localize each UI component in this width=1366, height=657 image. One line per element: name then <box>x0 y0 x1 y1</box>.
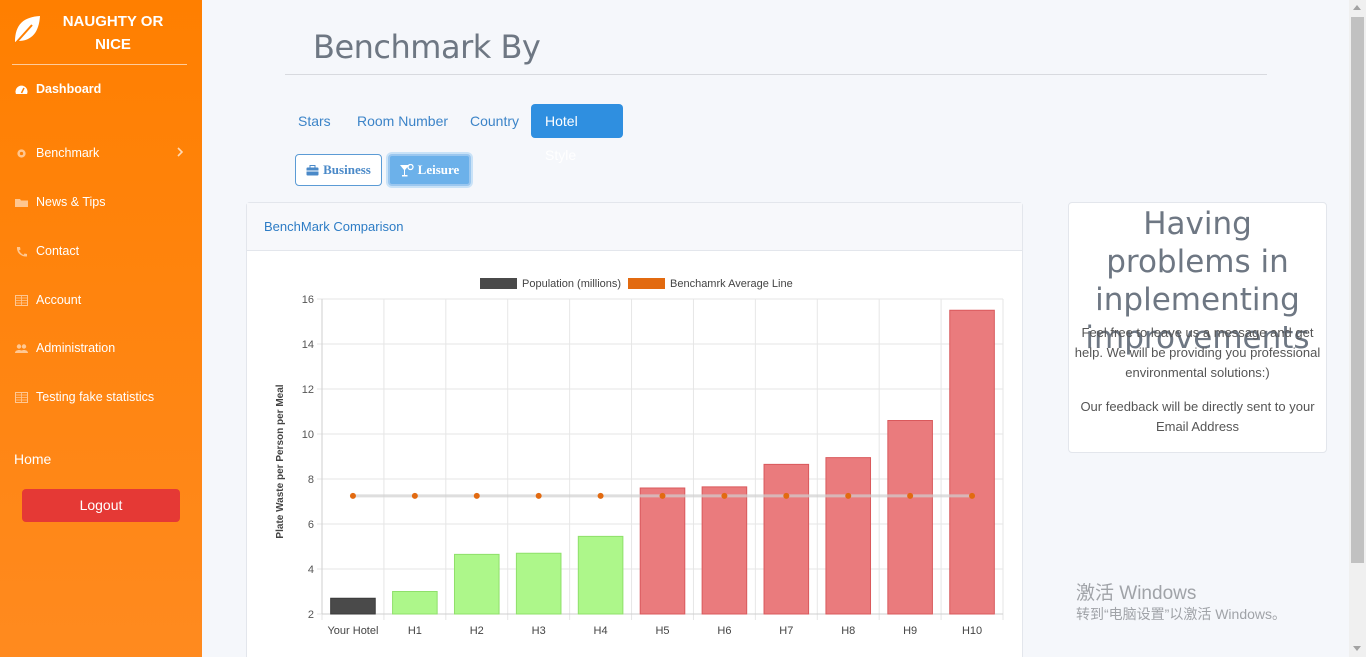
bar-h8 <box>825 457 872 615</box>
bar-h1 <box>392 591 438 615</box>
x-tick-label: H8 <box>841 625 855 637</box>
benchmark-point <box>473 492 480 499</box>
benchmark-card: BenchMark Comparison 2 4 6 8 10 12 14 16 Your Ho… <box>246 202 1023 657</box>
brand[interactable]: NAUGHTY OR NICE <box>12 10 187 65</box>
y-tick-label: 8 <box>308 474 314 486</box>
scrollbar-thumb[interactable] <box>1351 17 1364 563</box>
tab-hotel-style[interactable]: Hotel Style <box>531 104 623 163</box>
briefcase-icon <box>306 164 319 175</box>
benchmark-point <box>783 492 790 499</box>
bar-h3 <box>515 552 562 615</box>
phone-icon <box>16 246 27 257</box>
sidebar-item-label: Contact <box>36 244 80 258</box>
x-tick-label: H3 <box>532 625 546 637</box>
tab-room-number[interactable]: Room Number <box>343 104 462 138</box>
bar-h2 <box>453 553 500 615</box>
benchmark-point <box>845 492 852 499</box>
legend-label-population: Population (millions) <box>522 278 621 290</box>
x-tick-label: H4 <box>594 625 608 637</box>
leisure-label: Leisure <box>417 162 460 177</box>
gear-icon <box>17 148 26 158</box>
legend-swatch-benchmark <box>628 278 665 289</box>
help-text-message: Feel free to leave us a message and get … <box>1074 325 1321 380</box>
grid-icon <box>15 294 28 306</box>
y-tick-label: 14 <box>302 339 314 351</box>
benchmark-point <box>597 492 604 499</box>
sidebar: NAUGHTY OR NICE Dashboard Benchmark News… <box>0 0 202 657</box>
x-tick-label: H1 <box>408 625 422 637</box>
brand-line2: NICE <box>95 36 131 53</box>
tab-country[interactable]: Country <box>456 104 533 138</box>
page-title: Benchmark By <box>313 28 541 66</box>
sidebar-item-dashboard[interactable]: Dashboard <box>15 79 101 99</box>
y-tick-label: 6 <box>308 519 314 531</box>
sidebar-item-administration[interactable]: Administration <box>15 338 115 358</box>
sidebar-item-contact[interactable]: Contact <box>15 241 79 261</box>
business-button[interactable]: Business <box>295 154 382 186</box>
x-tick-label: Your Hotel <box>327 625 378 637</box>
benchmark-point <box>349 492 356 499</box>
logout-button[interactable]: Logout <box>22 489 180 522</box>
x-tick-label: H5 <box>655 625 669 637</box>
benchmark-point <box>411 492 418 499</box>
brand-name: NAUGHTY OR NICE <box>52 10 174 56</box>
sidebar-item-label: Testing fake statistics <box>36 390 155 404</box>
x-tick-label: H2 <box>470 625 484 637</box>
y-tick-label: 4 <box>308 564 314 576</box>
benchmark-point <box>659 492 666 499</box>
y-axis-title: Plate Waste per Person per Meal <box>275 384 286 538</box>
bar-h7 <box>763 463 810 615</box>
benchmark-point <box>535 492 542 499</box>
scrollbar[interactable] <box>1349 0 1366 657</box>
tab-stars[interactable]: Stars <box>284 104 345 138</box>
benchmark-point <box>907 492 914 499</box>
benchmark-point <box>721 492 728 499</box>
dashboard-icon <box>15 85 28 94</box>
activation-watermark-title: 激活 Windows <box>1076 583 1197 604</box>
legend-label-benchmark: Benchamrk Average Line <box>670 278 793 290</box>
sidebar-item-label: Dashboard <box>36 82 102 96</box>
sidebar-item-label: News & Tips <box>36 195 106 209</box>
cocktail-icon <box>399 163 414 176</box>
sidebar-item-label: Benchmark <box>36 146 100 160</box>
brand-line1: NAUGHTY OR <box>62 13 164 30</box>
scroll-up-icon[interactable] <box>1353 5 1361 10</box>
x-tick-label: H6 <box>717 625 731 637</box>
activation-watermark-subtitle: 转到“电脑设置”以激活 Windows。 <box>1076 606 1287 622</box>
bar-your-hotel <box>330 597 376 615</box>
sidebar-item-label: Administration <box>36 341 116 355</box>
grid-icon <box>15 391 28 403</box>
y-tick-label: 2 <box>308 609 314 621</box>
bar-h6 <box>701 486 748 615</box>
x-tick-label: H9 <box>903 625 917 637</box>
bar-h10 <box>949 309 995 615</box>
leaf-icon <box>13 16 40 46</box>
sidebar-item-testing-fake-statistics[interactable]: Testing fake statistics <box>15 387 154 407</box>
leisure-button[interactable]: Leisure <box>388 154 471 186</box>
benchmark-point <box>969 492 976 499</box>
home-link[interactable]: Home <box>14 451 51 467</box>
title-divider <box>285 74 1267 75</box>
help-text-feedback: Our feedback will be directly sent to yo… <box>1080 399 1315 434</box>
chevron-right-icon[interactable] <box>176 146 184 158</box>
legend-swatch-population <box>480 278 517 289</box>
x-tick-label: H10 <box>962 625 982 637</box>
sidebar-item-account[interactable]: Account <box>15 290 81 310</box>
folder-icon <box>15 198 28 207</box>
bar-h9 <box>887 420 933 615</box>
bar-h5 <box>639 487 686 615</box>
y-tick-label: 12 <box>302 384 314 396</box>
x-tick-label: H7 <box>779 625 793 637</box>
scroll-down-icon[interactable] <box>1353 646 1361 651</box>
sidebar-item-benchmark[interactable]: Benchmark <box>15 143 99 163</box>
business-label: Business <box>323 162 371 177</box>
y-tick-label: 16 <box>302 294 314 306</box>
sidebar-item-label: Account <box>36 293 82 307</box>
benchmark-chart: 2 4 6 8 10 12 14 16 Your Hotel H1 H2 H3 H4 H5 H6 H7 H8 H9… <box>275 278 1004 637</box>
users-icon <box>15 343 28 353</box>
y-tick-label: 10 <box>302 429 314 441</box>
sidebar-item-news-tips[interactable]: News & Tips <box>15 192 105 212</box>
help-box: Having problems in inplementing improvem… <box>1068 202 1327 453</box>
bar-h4 <box>577 535 624 615</box>
